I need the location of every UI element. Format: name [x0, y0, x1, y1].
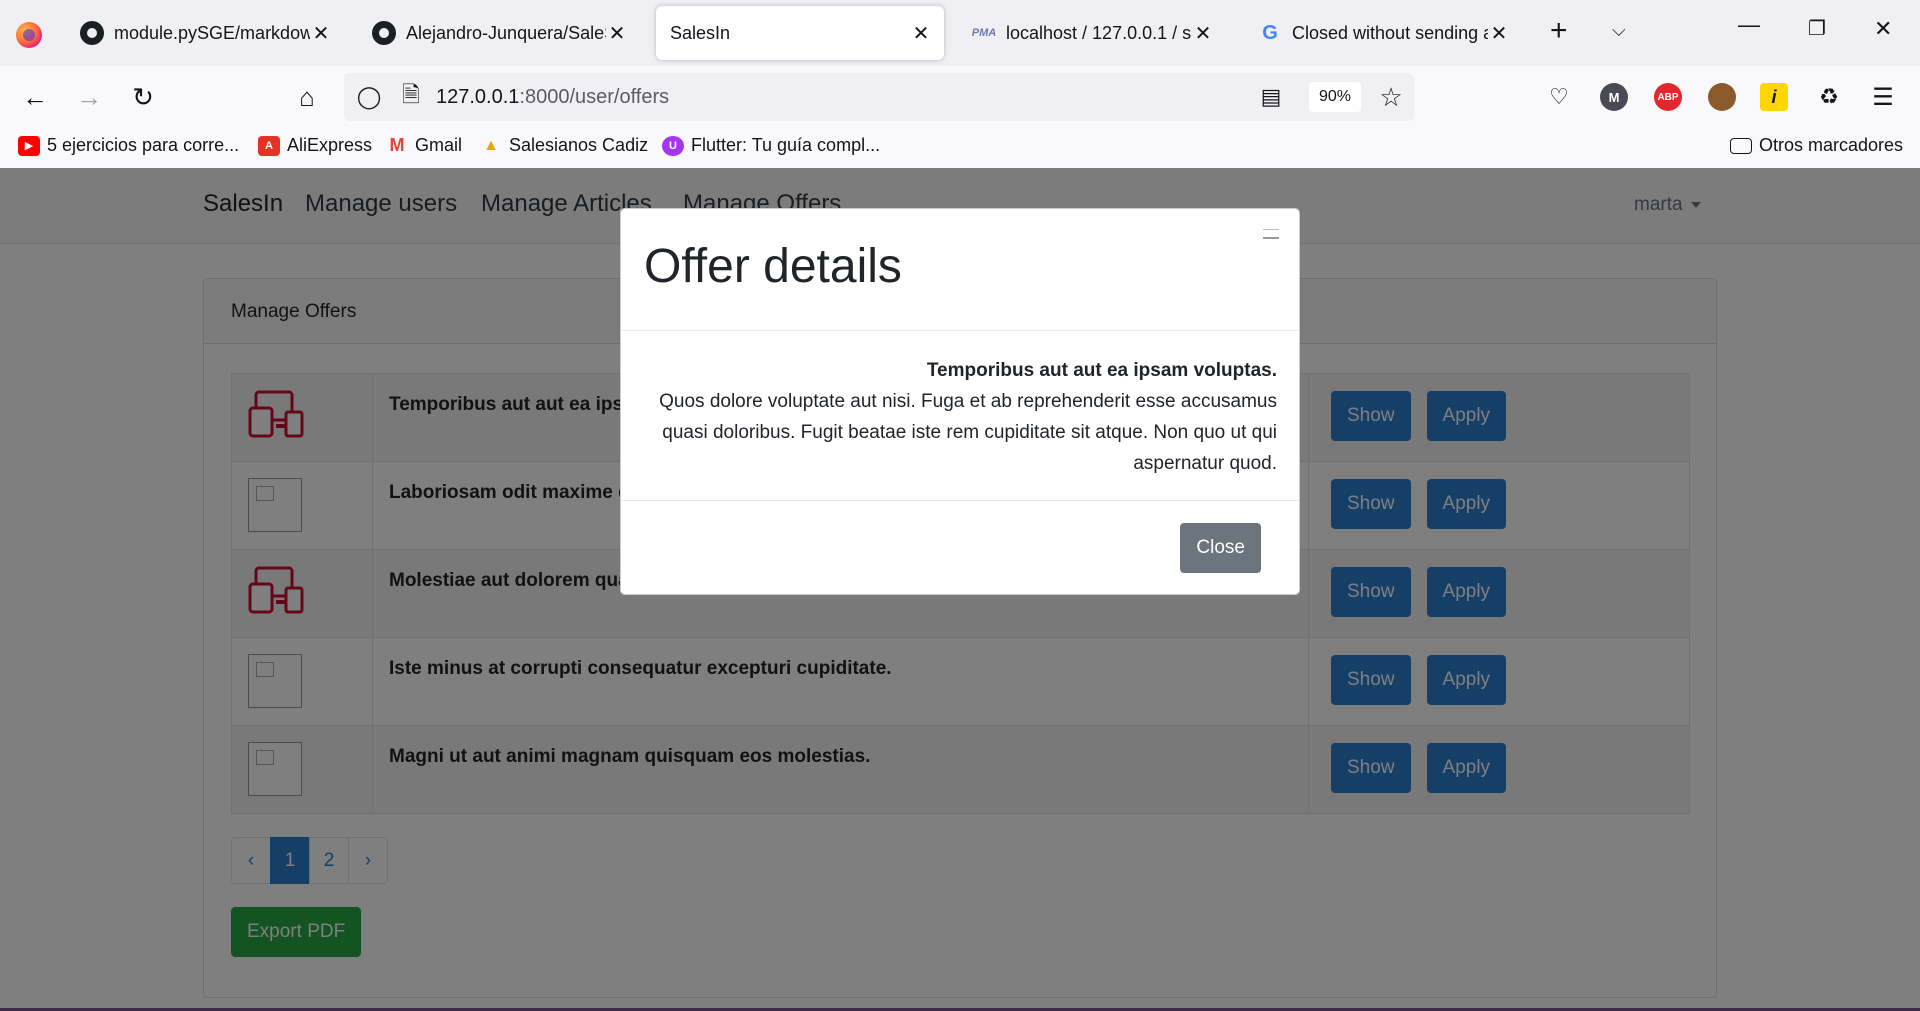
hamburger-menu-icon[interactable]: ☰ [1866, 80, 1900, 114]
bookmark-label: AliExpress [287, 135, 373, 155]
bookmark-other-folder[interactable]: Otros marcadores [1730, 135, 1903, 156]
other-bookmarks-label: Otros marcadores [1759, 135, 1904, 155]
phpmyadmin-icon: PMA [971, 27, 997, 39]
address-bar[interactable]: ◯ 🗎 127.0.0.1:8000/user/offers ▤ 90% ☆ [344, 73, 1414, 121]
salesianos-icon: ▲ [483, 136, 499, 154]
extensions-puzzle-icon[interactable]: ♻ [1812, 80, 1846, 114]
tracking-shield-icon[interactable]: ◯ [352, 80, 386, 114]
browser-tab-bar: module.pySGE/markdown ✕ Alejandro-Junque… [0, 0, 1920, 66]
folder-icon [1730, 137, 1752, 154]
tab-title: Closed without sending a request [1292, 22, 1488, 43]
reload-icon[interactable]: ↻ [126, 80, 160, 114]
tab-phpmyadmin[interactable]: PMA localhost / 127.0.0.1 / salesin ✕ [960, 6, 1226, 60]
bookmark-label: Salesianos Cadiz [509, 135, 649, 155]
bookmarks-toolbar: ▶ 5 ejercicios para corre... A AliExpres… [0, 128, 1920, 168]
new-tab-button[interactable]: + [1550, 14, 1568, 48]
youtube-icon: ▶ [18, 135, 40, 156]
adblock-plus-icon[interactable]: ABP [1654, 83, 1682, 111]
tab-module-pysge[interactable]: module.pySGE/markdown ✕ [68, 6, 344, 60]
aliexpress-icon: A [258, 135, 280, 156]
home-icon[interactable]: ⌂ [290, 80, 324, 114]
m-extension-icon[interactable]: M [1600, 83, 1628, 111]
modal-footer: Close [621, 501, 1299, 595]
tab-close-icon[interactable]: ✕ [606, 21, 628, 46]
tab-close-icon[interactable]: ✕ [1192, 21, 1214, 46]
tab-title: Alejandro-Junquera/SaleSIn [406, 22, 606, 43]
bookmark-gmail[interactable]: M Gmail [386, 135, 463, 156]
offer-detail-title: Temporibus aut aut ea ipsam voluptas. [926, 360, 1277, 381]
bookmark-label: Flutter: Tu guía compl... [691, 135, 881, 155]
page-info-icon[interactable]: 🗎 [394, 80, 428, 114]
reader-view-icon[interactable]: ▤ [1254, 80, 1288, 114]
modal-close-button[interactable]: Close [1180, 523, 1261, 573]
bookmark-aliexpress[interactable]: A AliExpress [258, 135, 372, 156]
bookmark-youtube[interactable]: ▶ 5 ejercicios para corre... [18, 135, 239, 156]
modal-close-icon[interactable] [1263, 229, 1279, 239]
tab-salesin-active[interactable]: SalesIn ✕ [656, 6, 944, 60]
url-host: 127.0.0.1 [436, 86, 520, 108]
gmail-icon: M [389, 135, 405, 155]
bookmark-label: 5 ejercicios para corre... [47, 135, 240, 155]
offer-details-modal: Offer details Temporibus aut aut ea ipsa… [620, 208, 1300, 595]
restore-window-icon[interactable]: ❐ [1808, 16, 1826, 41]
google-icon: G [1262, 21, 1278, 44]
back-arrow-icon[interactable]: ← [18, 80, 52, 114]
github-icon [372, 21, 396, 45]
url-path: :8000/user/offers [519, 86, 670, 108]
github-icon [80, 21, 104, 45]
tab-close-icon[interactable]: ✕ [310, 21, 332, 46]
pocket-icon[interactable]: ♡ [1542, 80, 1576, 114]
tab-google[interactable]: G Closed without sending a request ✕ [1246, 6, 1522, 60]
close-window-icon[interactable]: ✕ [1874, 16, 1892, 42]
tab-title: module.pySGE/markdown [114, 22, 310, 43]
bookmark-star-icon[interactable]: ☆ [1374, 80, 1408, 114]
zoom-level-badge[interactable]: 90% [1309, 82, 1361, 112]
bookmark-salesianos[interactable]: ▲ Salesianos Cadiz [480, 135, 648, 156]
tab-close-icon[interactable]: ✕ [910, 21, 932, 46]
bookmark-label: Gmail [415, 135, 463, 155]
url-text[interactable]: 127.0.0.1:8000/user/offers [436, 86, 669, 109]
offer-detail-description: Quos dolore voluptate aut nisi. Fuga et … [659, 391, 1277, 474]
i-extension-icon[interactable]: i [1760, 83, 1788, 111]
cookie-icon[interactable] [1708, 83, 1736, 111]
tab-title: SalesIn [670, 22, 731, 43]
tab-close-icon[interactable]: ✕ [1488, 21, 1510, 46]
forward-arrow-icon[interactable]: → [72, 80, 106, 114]
bookmark-flutter[interactable]: U Flutter: Tu guía compl... [662, 135, 880, 156]
modal-body: Temporibus aut aut ea ipsam voluptas. Qu… [621, 331, 1299, 501]
minimize-window-icon[interactable]: — [1738, 12, 1760, 38]
tab-salesin-repo[interactable]: Alejandro-Junquera/SaleSIn ✕ [360, 6, 640, 60]
tab-title: localhost / 127.0.0.1 / salesin [1006, 22, 1192, 43]
browser-toolbar: ← → ↻ ⌂ ◯ 🗎 127.0.0.1:8000/user/offers ▤… [0, 66, 1920, 128]
list-tabs-chevron-icon[interactable]: ⌵ [1612, 20, 1626, 41]
modal-header: Offer details [621, 209, 1299, 331]
modal-title: Offer details [644, 240, 902, 293]
firefox-logo-icon[interactable] [16, 22, 42, 48]
udemy-icon: U [662, 135, 684, 156]
